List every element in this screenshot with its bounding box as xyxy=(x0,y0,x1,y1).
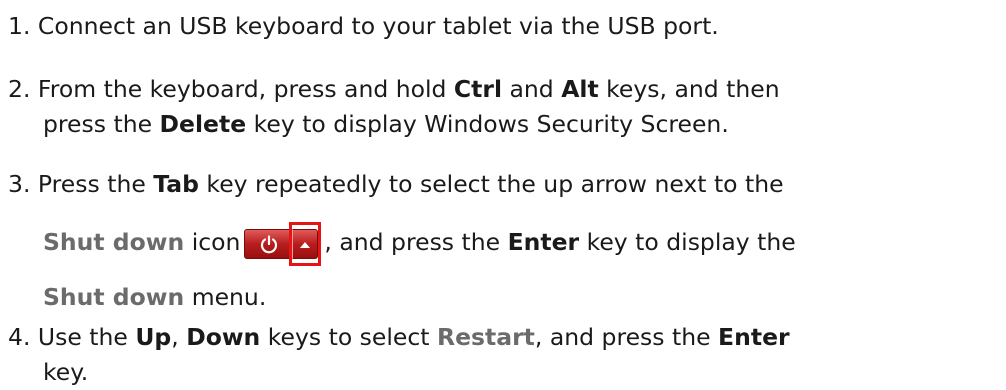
step-text: From the keyboard, press and hold xyxy=(37,75,454,103)
key-ctrl: Ctrl xyxy=(453,75,503,103)
step-text: and xyxy=(502,75,562,103)
step-line: Shut down menu. xyxy=(8,280,998,315)
step-number: 3. xyxy=(8,170,31,198)
step-1: 1. Connect an USB keyboard to your table… xyxy=(8,9,998,44)
key-down: Down xyxy=(186,323,261,351)
step-3-line-3: Shut down menu. xyxy=(8,280,998,315)
step-text: menu. xyxy=(184,283,267,311)
restart-label: Restart xyxy=(436,323,535,351)
key-enter: Enter xyxy=(507,228,580,256)
step-3: 3. Press the Tab key repeatedly to selec… xyxy=(8,167,998,202)
step-text: press the xyxy=(43,110,160,138)
step-text: key to display Windows Security Screen. xyxy=(246,110,729,138)
step-line: Shut down icon , and press the Enter key … xyxy=(8,221,998,266)
step-line: key. xyxy=(8,355,998,390)
step-number: 1. xyxy=(8,12,31,40)
step-text: , and press the xyxy=(324,228,508,256)
step-3-line-2: Shut down icon , and press the Enter key … xyxy=(8,221,998,266)
step-text: , xyxy=(171,323,187,351)
step-text: key. xyxy=(43,358,89,386)
step-text: Use the xyxy=(37,323,136,351)
key-up: Up xyxy=(135,323,172,351)
key-delete: Delete xyxy=(159,110,247,138)
power-icon xyxy=(244,228,293,259)
highlight-box xyxy=(289,221,322,266)
key-alt: Alt xyxy=(561,75,599,103)
step-text: , and press the xyxy=(534,323,719,351)
step-2: 2. From the keyboard, press and hold Ctr… xyxy=(8,72,998,142)
step-text: keys to select xyxy=(260,323,437,351)
key-enter: Enter xyxy=(718,323,790,351)
step-text: key repeatedly to select the up arrow ne… xyxy=(198,170,784,198)
key-tab: Tab xyxy=(153,170,199,198)
shut-down-label: Shut down xyxy=(43,228,185,256)
step-text: key to display the xyxy=(579,228,796,256)
step-text: Connect an USB keyboard to your tablet v… xyxy=(37,12,719,40)
step-number: 2. xyxy=(8,75,31,103)
shut-down-label: Shut down xyxy=(43,283,185,311)
step-line: press the Delete key to display Windows … xyxy=(8,107,998,142)
step-text: keys, and then xyxy=(598,75,780,103)
step-4: 4. Use the Up, Down keys to select Resta… xyxy=(8,320,998,390)
step-number: 4. xyxy=(8,323,31,351)
shut-down-button-image xyxy=(244,221,322,266)
step-text: icon xyxy=(184,228,241,256)
step-text: Press the xyxy=(37,170,154,198)
